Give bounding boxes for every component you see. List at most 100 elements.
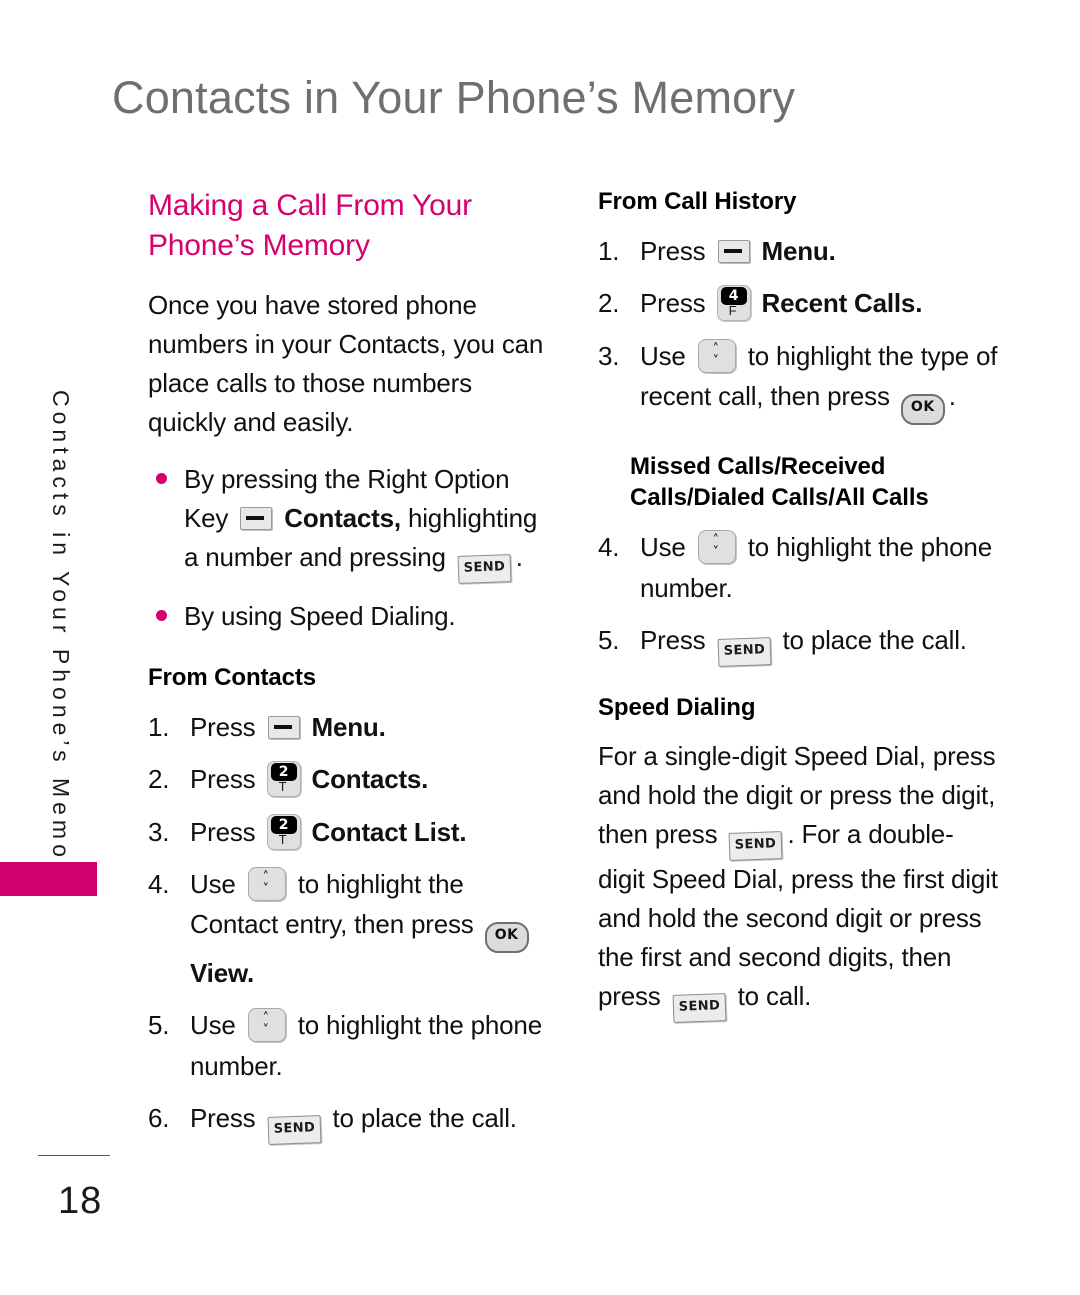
digit-key-number: 2	[270, 815, 297, 834]
step-bold-label: View	[190, 958, 248, 989]
step-number: 4.	[148, 868, 170, 899]
step-item: 2. Press 4 F Recent Calls.	[598, 283, 998, 323]
step-tail: .	[915, 288, 923, 319]
right-column: From Call History 1. Press Menu. 2. Pres…	[598, 186, 998, 1040]
side-tab-marker	[0, 862, 97, 896]
list-item: By pressing the Right Option Key Contact…	[148, 460, 548, 584]
heading-speed-dialing: Speed Dialing	[598, 694, 756, 722]
step-verb: Press	[190, 764, 256, 795]
digit-key-letter: T	[278, 831, 287, 847]
heading-from-contacts: From Contacts	[148, 663, 317, 691]
step-verb: Press	[190, 816, 256, 847]
step-verb: Use	[640, 532, 686, 563]
option-key-icon	[267, 715, 300, 739]
step-tail: .	[247, 958, 255, 989]
digit-key-letter: T	[278, 779, 287, 795]
bullet-list: By pressing the Right Option Key Contact…	[148, 460, 548, 636]
send-key-icon: SEND	[672, 993, 727, 1024]
manual-page: { "page": { "header_title": "Contacts in…	[0, 0, 1080, 1295]
step-item: 6. Press SEND to place the call.	[148, 1098, 548, 1145]
chevron-down-icon: ˅	[262, 881, 270, 897]
option-key-icon	[240, 506, 273, 530]
speed-dialing-paragraph: For a single-digit Speed Dial, press and…	[598, 737, 998, 1024]
step-tail: .	[828, 236, 836, 267]
step-text: to highlight the phone number.	[640, 532, 992, 603]
digit-key-4-icon: 4 F	[716, 285, 751, 322]
ok-key-icon: OK	[484, 922, 529, 954]
step-tail: .	[378, 711, 386, 742]
step-number: 6.	[148, 1103, 170, 1134]
step-number: 3.	[598, 340, 620, 371]
nav-updown-key-icon: ˄ ˅	[247, 866, 286, 901]
step-bold-label: Menu	[761, 236, 829, 267]
section-title-making-a-call: Making a Call From Your Phone’s Memory	[148, 189, 472, 262]
step-tail: .	[948, 381, 956, 412]
step-number: 5.	[598, 625, 620, 656]
page-number: 18	[58, 1180, 103, 1222]
step-item: 4. Use ˄ ˅ to highlight the phone number…	[598, 527, 998, 608]
step-item: 4. Use ˄ ˅ to highlight the Contact entr…	[148, 864, 548, 994]
step-verb: Press	[190, 1103, 256, 1134]
step-bold-label: Contacts	[311, 764, 422, 795]
send-key-icon: SEND	[457, 553, 512, 584]
intro-paragraph: Once you have stored phone numbers in yo…	[148, 289, 544, 437]
digit-key-2-icon: 2 T	[266, 761, 301, 798]
step-number: 3.	[148, 816, 170, 847]
step-number: 1.	[148, 711, 170, 742]
step-item: 3. Use ˄ ˅ to highlight the type of rece…	[598, 336, 998, 426]
step-text: to place the call.	[782, 625, 967, 656]
step-bold-label: Menu	[311, 711, 379, 742]
nav-updown-key-icon: ˄ ˅	[697, 338, 736, 373]
ok-key-icon: OK	[900, 394, 945, 426]
step-verb: Press	[190, 711, 256, 742]
bullet-dot-icon	[156, 609, 167, 621]
step-number: 2.	[148, 764, 170, 795]
chevron-down-icon: ˅	[712, 545, 720, 561]
step-verb: Use	[190, 868, 236, 899]
step-number: 5.	[148, 1010, 170, 1041]
bullet-text-tail: .	[515, 541, 523, 572]
digit-key-2-icon: 2 T	[266, 813, 301, 850]
chevron-down-icon: ˅	[712, 353, 720, 369]
nav-updown-key-icon: ˄ ˅	[247, 1008, 286, 1043]
step-text: to highlight the phone number.	[190, 1010, 542, 1081]
chevron-down-icon: ˅	[262, 1023, 270, 1039]
digit-key-letter: F	[728, 303, 737, 319]
send-key-icon: SEND	[717, 637, 771, 667]
step-bold-label: Contact List	[311, 816, 460, 847]
heading-missed-calls: Missed Calls/Received Calls/Dialed Calls…	[630, 453, 929, 512]
step-text: to place the call.	[332, 1103, 517, 1134]
bullet-text-contacts: Contacts,	[284, 502, 401, 533]
step-tail: .	[459, 816, 467, 847]
step-number: 1.	[598, 236, 620, 267]
step-item: 2. Press 2 T Contacts.	[148, 759, 548, 799]
bullet-text: By using Speed Dialing.	[184, 600, 456, 631]
step-tail: .	[421, 764, 429, 795]
left-column: Making a Call From Your Phone’s Memory O…	[148, 186, 548, 1156]
speed-dialing-text-3: to call.	[737, 981, 812, 1012]
page-title: Contacts in Your Phone’s Memory	[112, 72, 796, 123]
nav-updown-key-icon: ˄ ˅	[697, 530, 736, 565]
side-tab: Contacts in Your Phone’s Memory	[38, 390, 84, 892]
step-item: 5. Press SEND to place the call.	[598, 620, 998, 667]
step-bold-label: Recent Calls	[761, 288, 916, 319]
list-item: By using Speed Dialing.	[148, 597, 548, 636]
heading-from-call-history: From Call History	[598, 188, 797, 215]
option-key-icon	[717, 240, 750, 264]
step-number: 4.	[598, 532, 620, 563]
send-key-icon: SEND	[728, 831, 783, 862]
send-key-icon: SEND	[267, 1115, 321, 1145]
step-verb: Press	[640, 288, 706, 319]
step-item: 5. Use ˄ ˅ to highlight the phone number…	[148, 1005, 548, 1086]
step-verb: Press	[640, 236, 706, 267]
step-verb: Use	[190, 1010, 236, 1041]
step-item: 3. Press 2 T Contact List.	[148, 812, 548, 852]
footer-divider	[38, 1155, 110, 1156]
step-item: 1. Press Menu.	[148, 707, 548, 747]
step-verb: Use	[640, 340, 686, 371]
side-tab-label: Contacts in Your Phone’s Memory	[48, 390, 74, 892]
bullet-dot-icon	[156, 472, 167, 484]
step-number: 2.	[598, 288, 620, 319]
step-item: 1. Press Menu.	[598, 231, 998, 271]
step-verb: Press	[640, 625, 706, 656]
